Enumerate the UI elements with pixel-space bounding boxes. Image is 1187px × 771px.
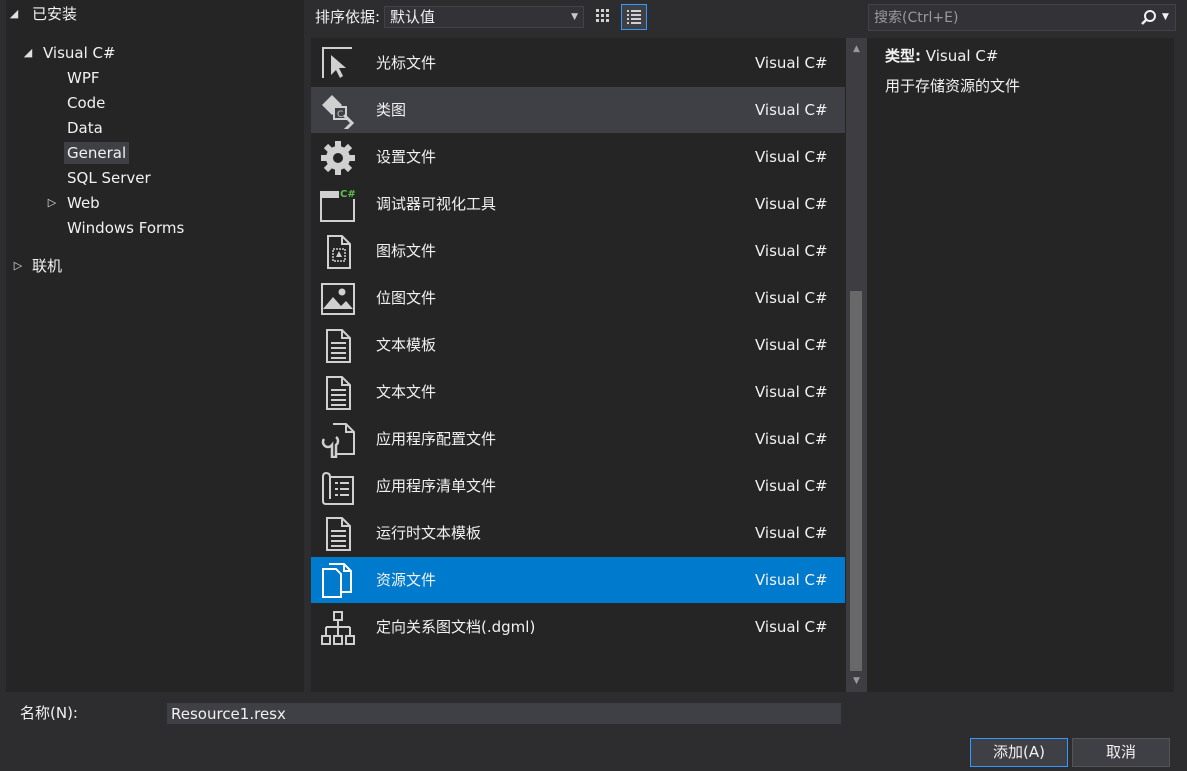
class-diagram-icon: C <box>322 95 355 129</box>
tree-label-installed: 已安装 <box>32 5 78 23</box>
template-name: 图标文件 <box>376 242 437 260</box>
template-item[interactable]: 运行时文本模板 Visual C# <box>311 510 845 556</box>
template-name: 文本文件 <box>376 383 437 401</box>
template-item[interactable]: 应用程序清单文件 Visual C# <box>311 463 845 509</box>
app-manifest-icon <box>322 472 354 505</box>
template-name: 文本模板 <box>376 336 437 354</box>
dgml-document-icon <box>321 611 355 645</box>
template-name: 光标文件 <box>376 54 437 72</box>
template-item[interactable]: 设置文件 Visual C# <box>311 134 845 180</box>
tree-label: SQL Server <box>67 169 151 187</box>
template-item[interactable]: 图标文件 Visual C# <box>311 228 845 274</box>
template-name: 位图文件 <box>376 289 437 307</box>
template-list-scrollbar[interactable]: ▲ ▼ <box>846 38 867 692</box>
small-icons-grid-icon <box>596 9 609 22</box>
template-item[interactable]: 资源文件 Visual C# <box>311 557 845 603</box>
search-input[interactable] <box>869 5 1129 30</box>
template-name: 类图 <box>376 101 407 119</box>
small-icons-view-button[interactable] <box>590 4 616 30</box>
template-language: Visual C# <box>755 571 828 589</box>
template-item[interactable]: C 类图 Visual C# <box>311 87 845 133</box>
template-language: Visual C# <box>755 477 828 495</box>
template-name: 运行时文本模板 <box>376 524 482 542</box>
cancel-button[interactable]: 取消 <box>1072 738 1170 767</box>
template-language: Visual C# <box>755 430 828 448</box>
search-options-chevron-icon[interactable]: ▼ <box>1162 8 1169 26</box>
template-item[interactable]: 文本模板 Visual C# <box>311 322 845 368</box>
tree-label: General <box>64 142 130 164</box>
type-label: 类型: <box>885 47 921 65</box>
tree-label: Windows Forms <box>67 219 185 237</box>
template-info-panel: 类型: Visual C# 用于存储资源的文件 <box>868 38 1174 692</box>
template-language: Visual C# <box>755 618 828 636</box>
name-field[interactable] <box>167 703 841 724</box>
template-language: Visual C# <box>755 524 828 542</box>
template-category-tree: ◢ 已安装 ◢ Visual C# WPF Code Data General … <box>6 0 304 692</box>
template-item[interactable]: 定向关系图文档(.dgml) Visual C# <box>311 604 845 650</box>
sort-by-label: 排序依据: <box>315 8 381 26</box>
template-name: 设置文件 <box>376 148 437 166</box>
list-view-button[interactable] <box>621 4 647 30</box>
template-name: 应用程序清单文件 <box>376 477 497 495</box>
template-item[interactable]: 文本文件 Visual C# <box>311 369 845 415</box>
template-name: 调试器可视化工具 <box>376 195 497 213</box>
svg-text:C#: C# <box>340 189 356 200</box>
sort-by-value: 默认值 <box>390 8 436 26</box>
tree-label: Web <box>67 194 100 212</box>
type-value: Visual C# <box>925 47 999 65</box>
scroll-down-arrow-icon[interactable]: ▼ <box>846 674 867 688</box>
debugger-visualizer-icon: C# <box>320 187 356 222</box>
template-description: 用于存储资源的文件 <box>885 77 1021 95</box>
tree-label-online: 联机 <box>32 257 63 275</box>
template-language: Visual C# <box>755 148 828 166</box>
cursor-file-icon <box>322 47 352 78</box>
icon-file-icon <box>327 235 351 269</box>
scrollbar-thumb[interactable] <box>850 291 862 671</box>
scroll-up-arrow-icon[interactable]: ▲ <box>846 42 867 56</box>
chevron-down-icon: ▼ <box>571 12 578 22</box>
resource-file-icon <box>322 563 352 598</box>
template-item[interactable]: 位图文件 Visual C# <box>311 275 845 321</box>
svg-text:C: C <box>337 110 343 120</box>
runtime-text-template-icon <box>326 517 351 551</box>
tree-label-visual-csharp: Visual C# <box>43 44 116 62</box>
template-language: Visual C# <box>755 289 828 307</box>
app-config-icon <box>321 423 355 458</box>
template-name: 资源文件 <box>376 571 437 589</box>
name-label: 名称(N): <box>20 704 78 722</box>
template-name: 定向关系图文档(.dgml) <box>376 618 536 636</box>
tree-label: Data <box>67 119 103 137</box>
template-language: Visual C# <box>755 383 828 401</box>
template-type-line: 类型: Visual C# <box>885 46 998 66</box>
bitmap-file-icon <box>321 283 355 315</box>
template-item[interactable]: 应用程序配置文件 Visual C# <box>311 416 845 462</box>
template-item[interactable]: C# 调试器可视化工具 Visual C# <box>311 181 845 227</box>
text-template-icon <box>326 329 351 363</box>
template-list: 光标文件 Visual C# C 类图 Visual C# 设置文件 Visua… <box>311 38 868 692</box>
template-language: Visual C# <box>755 242 828 260</box>
settings-gear-icon <box>321 141 355 175</box>
sort-by-dropdown[interactable]: 默认值 ▼ <box>384 6 584 28</box>
template-language: Visual C# <box>755 54 828 72</box>
template-language: Visual C# <box>755 336 828 354</box>
list-view-icon <box>627 10 641 24</box>
template-name: 应用程序配置文件 <box>376 430 497 448</box>
expand-arrow-icon[interactable]: ◢ <box>8 3 20 25</box>
tree-label: Code <box>67 94 106 112</box>
add-new-item-dialog: ◢ 已安装 ◢ Visual C# WPF Code Data General … <box>0 0 1187 771</box>
add-button[interactable]: 添加(A) <box>970 738 1068 767</box>
search-icon[interactable] <box>1140 9 1158 27</box>
expand-arrow-icon[interactable]: ◢ <box>22 42 34 64</box>
template-language: Visual C# <box>755 101 828 119</box>
collapsed-arrow-icon[interactable]: ▷ <box>46 192 58 214</box>
template-item[interactable]: 光标文件 Visual C# <box>311 40 845 86</box>
tree-label: WPF <box>67 69 100 87</box>
text-file-icon <box>326 376 351 410</box>
collapsed-arrow-icon[interactable]: ▷ <box>12 255 24 277</box>
template-language: Visual C# <box>755 195 828 213</box>
search-box: ▼ <box>868 4 1176 31</box>
